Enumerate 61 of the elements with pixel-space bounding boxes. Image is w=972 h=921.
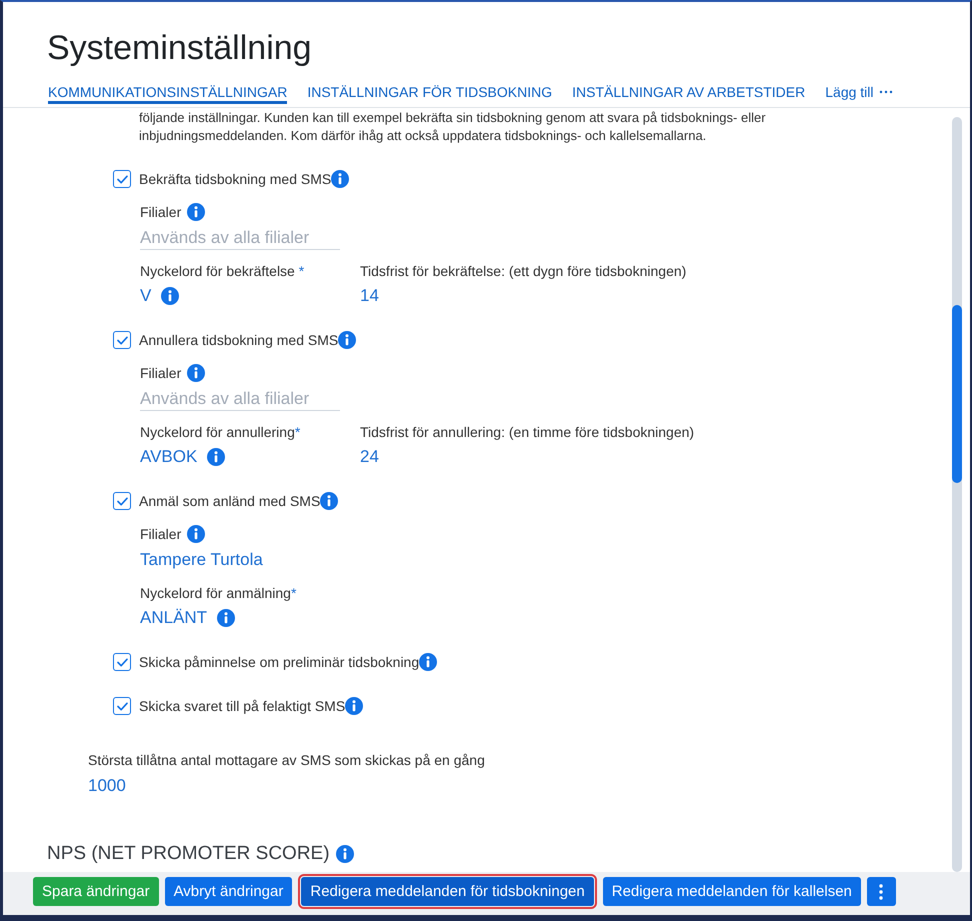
check-icon (116, 496, 128, 506)
footer-button[interactable]: Spara ändringar (33, 877, 159, 906)
field-label: Nyckelord för anmälning* (140, 584, 296, 603)
branches-label: Filialer (140, 364, 182, 383)
info-icon[interactable] (320, 492, 338, 510)
more-icon (878, 90, 893, 94)
checkbox[interactable] (113, 697, 131, 715)
branch-value: Tampere Turtola (140, 549, 263, 571)
option-label: Skicka påminnelse om preliminär tidsbokning (139, 653, 420, 672)
info-icon[interactable] (419, 653, 438, 671)
intro-text: följande inställningar. Kunden kan till exempel bekräfta sin tidsbokning genom att svara på tidsboknings- eller inbjudningsmeddelanden. Kom därför ihåg att också uppdatera tidsboknings- och kallelsemallarna. (139, 109, 766, 145)
more-icon (879, 884, 884, 900)
field-label: Tidsfrist för annullering: (en timme före tidsbokningen) (360, 423, 694, 442)
field-label: Största tillåtna antal mottagare av SMS som skickas på en gång (88, 751, 485, 770)
branches-label: Filialer (140, 203, 182, 222)
info-icon[interactable] (161, 287, 180, 305)
field-value: 24 (360, 446, 379, 468)
option-label: Bekräfta tidsbokning med SMS (139, 170, 332, 189)
tab[interactable]: INSTÄLLNINGAR FÖR TIDSBOKNING (307, 84, 552, 104)
footer-button[interactable]: Avbryt ändringar (164, 877, 292, 906)
field-value: V (140, 285, 152, 307)
option-label: Skicka svaret till på felaktigt SMS (139, 697, 346, 716)
field-label: Nyckelord för bekräftelse * (140, 262, 304, 281)
scrollbar-thumb[interactable] (952, 305, 962, 483)
scrollbar-track[interactable] (952, 117, 962, 872)
footer-button[interactable]: Redigera meddelanden för tidsbokningen (301, 877, 594, 906)
branches-field[interactable]: Används av alla filialer (140, 226, 340, 250)
info-icon[interactable] (187, 364, 206, 382)
field-value: AVBOK (140, 446, 198, 468)
field-label: Tidsfrist för bekräftelse: (ett dygn före tidsbokningen) (360, 262, 686, 281)
branches-label: Filialer (140, 525, 182, 544)
checkbox[interactable] (113, 170, 131, 188)
check-icon (116, 336, 128, 344)
field-value: 14 (360, 285, 379, 307)
option-label: Annullera tidsbokning med SMS (139, 331, 338, 350)
info-icon[interactable] (207, 448, 226, 466)
info-icon[interactable] (345, 697, 364, 715)
info-icon[interactable] (331, 170, 350, 188)
info-icon[interactable] (336, 845, 354, 863)
info-icon[interactable] (187, 203, 206, 221)
tab[interactable]: INSTÄLLNINGAR AV ARBETSTIDER (572, 84, 806, 104)
page-title: Systeminställning (47, 28, 312, 68)
check-icon (116, 174, 128, 184)
section-heading: NPS (NET PROMOTER SCORE) (47, 842, 330, 866)
tab[interactable]: KOMMUNIKATIONSINSTÄLLNINGAR (48, 84, 288, 104)
checkbox[interactable] (113, 331, 131, 349)
field-value: ANLÄNT (140, 607, 208, 629)
info-icon[interactable] (338, 331, 356, 349)
checkbox[interactable] (113, 653, 131, 671)
branches-field[interactable]: Används av alla filialer (140, 387, 340, 411)
footer-button[interactable]: Redigera meddelanden för kallelsen (602, 877, 861, 906)
more-button[interactable] (866, 877, 896, 906)
field-value: 1000 (88, 775, 126, 797)
checkbox[interactable] (113, 492, 131, 510)
check-icon (116, 658, 128, 666)
option-label: Anmäl som anländ med SMS (139, 492, 320, 511)
info-icon[interactable] (187, 525, 206, 543)
more-tabs-button[interactable]: Lägg till (825, 84, 893, 104)
info-icon[interactable] (217, 609, 236, 627)
check-icon (116, 702, 128, 710)
field-label: Nyckelord för annullering* (140, 423, 300, 442)
